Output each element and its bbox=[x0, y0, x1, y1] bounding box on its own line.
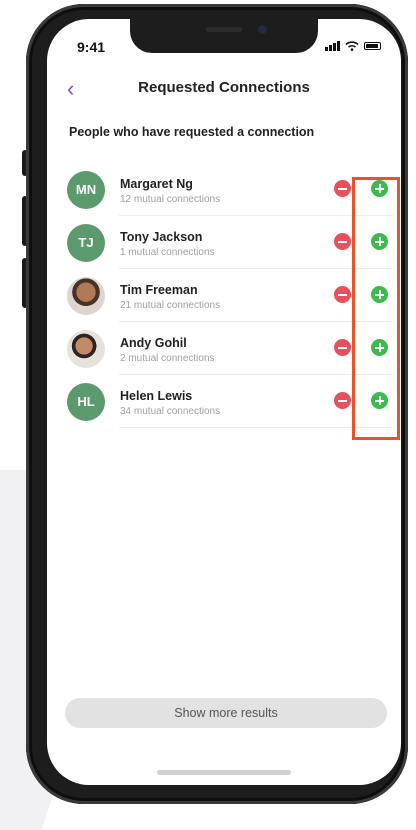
mutual-connections: 1 mutual connections bbox=[120, 247, 215, 258]
minus-circle-icon[interactable] bbox=[334, 286, 351, 303]
mutual-connections: 21 mutual connections bbox=[120, 300, 221, 311]
avatar: MN bbox=[67, 171, 105, 209]
mutual-connections: 2 mutual connections bbox=[120, 353, 215, 364]
notch bbox=[130, 19, 318, 53]
person-name[interactable]: Tim Freeman bbox=[120, 283, 198, 297]
signal-icon bbox=[325, 41, 340, 51]
minus-circle-icon[interactable] bbox=[334, 233, 351, 250]
mutual-connections: 34 mutual connections bbox=[120, 406, 221, 417]
avatar-photo bbox=[67, 277, 105, 315]
list-item: MN Margaret Ng 12 mutual connections bbox=[47, 163, 401, 216]
battery-icon bbox=[364, 42, 381, 50]
page-title: Requested Connections bbox=[138, 79, 310, 96]
section-title: People who have requested a connection bbox=[69, 125, 315, 139]
person-name[interactable]: Tony Jackson bbox=[120, 230, 202, 244]
person-name[interactable]: Margaret Ng bbox=[120, 177, 193, 191]
minus-circle-icon[interactable] bbox=[334, 180, 351, 197]
avatar-photo bbox=[67, 330, 105, 368]
camera bbox=[258, 25, 267, 34]
list-item: Tim Freeman 21 mutual connections bbox=[47, 269, 401, 322]
home-indicator bbox=[157, 770, 291, 775]
speaker bbox=[206, 27, 242, 32]
avatar: TJ bbox=[67, 224, 105, 262]
person-name[interactable]: Helen Lewis bbox=[120, 389, 192, 403]
show-more-button[interactable]: Show more results bbox=[65, 698, 387, 728]
request-list: MN Margaret Ng 12 mutual connections TJ … bbox=[47, 163, 401, 428]
mutual-connections: 12 mutual connections bbox=[120, 194, 221, 205]
phone-screen: 9:41 ‹ Requested Connections People who … bbox=[47, 19, 401, 785]
accept-column-highlight bbox=[352, 177, 400, 440]
status-icons bbox=[325, 41, 381, 51]
avatar: HL bbox=[67, 383, 105, 421]
minus-circle-icon[interactable] bbox=[334, 392, 351, 409]
person-name[interactable]: Andy Gohil bbox=[120, 336, 187, 350]
minus-circle-icon[interactable] bbox=[334, 339, 351, 356]
list-item: TJ Tony Jackson 1 mutual connections bbox=[47, 216, 401, 269]
status-time: 9:41 bbox=[77, 39, 106, 55]
list-item: HL Helen Lewis 34 mutual connections bbox=[47, 375, 401, 428]
list-item: Andy Gohil 2 mutual connections bbox=[47, 322, 401, 375]
wifi-icon bbox=[345, 41, 359, 51]
nav-bar: ‹ Requested Connections bbox=[47, 75, 401, 107]
